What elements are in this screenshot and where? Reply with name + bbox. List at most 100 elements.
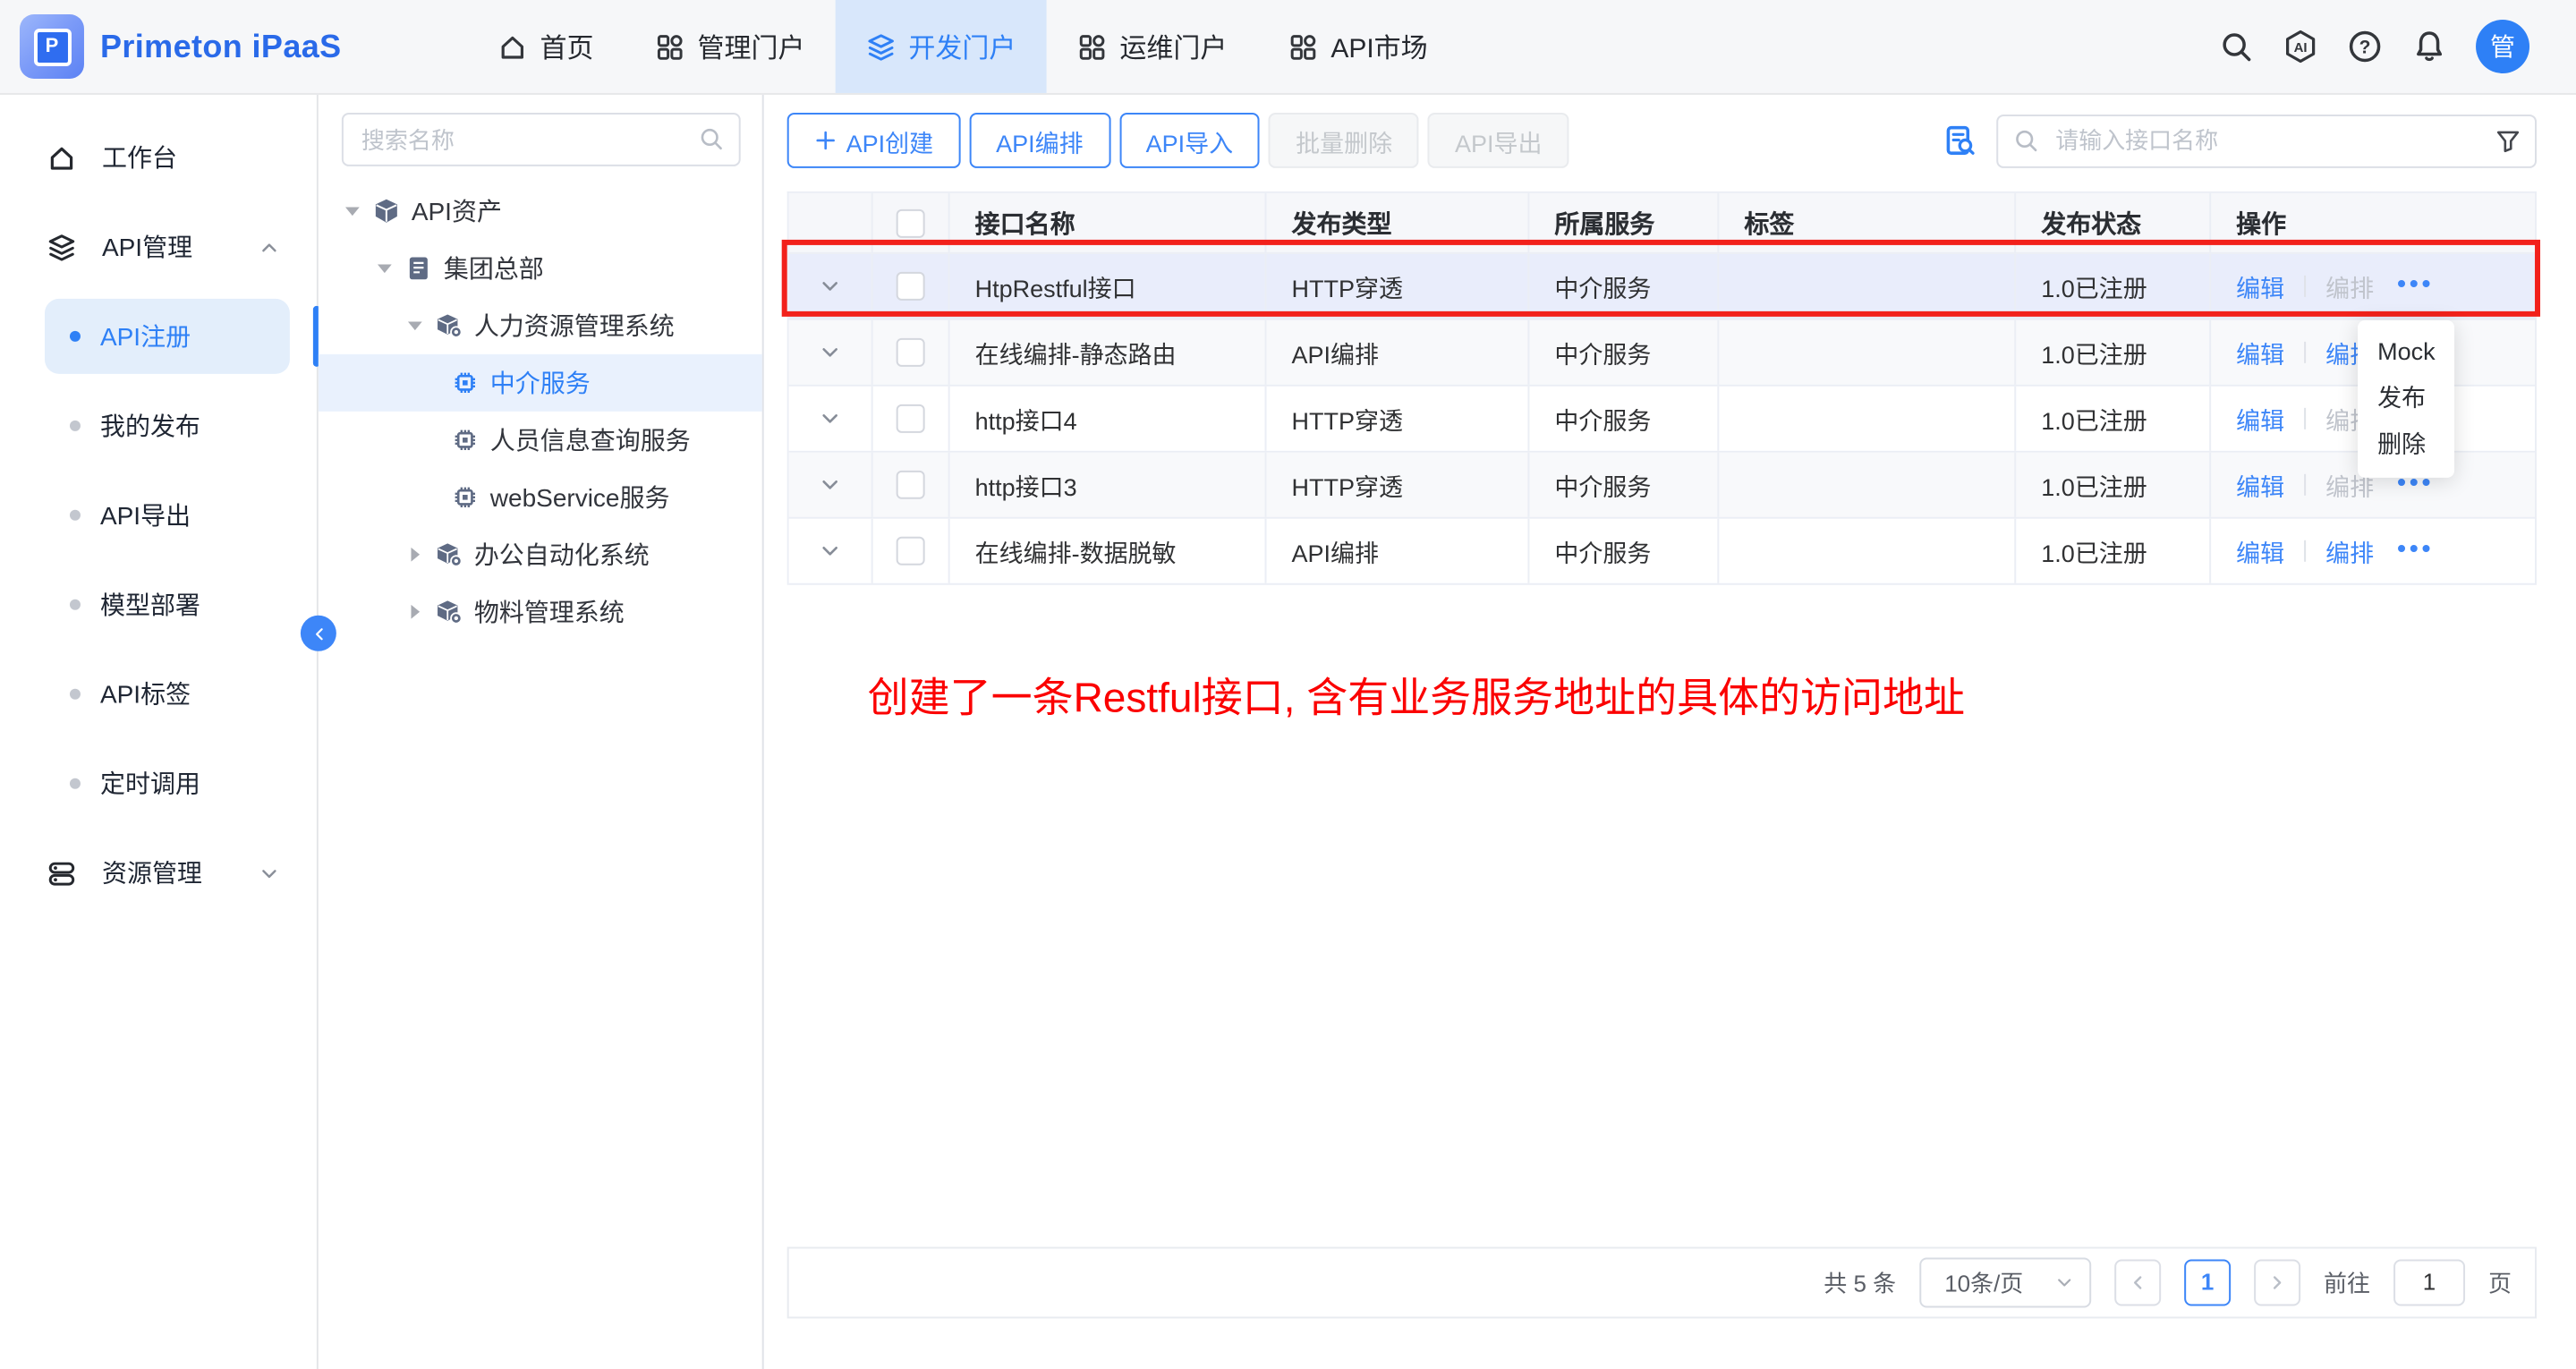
sidebar-item-scheduled-call[interactable]: 定时调用 [0,739,317,829]
api-doc-search-icon[interactable] [1943,123,1977,157]
nav-item-label: API市场 [1331,28,1427,65]
row-checkbox[interactable] [897,471,925,499]
table-row[interactable]: http接口3 HTTP穿透 中介服务 1.0已注册 编辑 编排 ••• [789,453,2535,519]
api-orchestrate-button[interactable]: API编排 [969,113,1109,168]
chevron-left-icon [2127,1271,2148,1293]
nav-item-label: 运维门户 [1119,28,1227,65]
caret-down-icon[interactable] [340,199,365,224]
tree-node-webservice[interactable]: webService服务 [319,469,762,526]
user-avatar[interactable]: 管 [2476,20,2529,73]
owning-service: 中介服务 [1529,387,1719,451]
sidebar-item-label: 模型部署 [100,587,200,623]
batch-delete-button[interactable]: 批量删除 [1269,113,1419,168]
table-row[interactable]: HtpRestful接口 HTTP穿透 中介服务 1.0已注册 编辑 编排 ••… [789,254,2535,320]
sidebar-item-label: 工作台 [102,140,177,175]
search-icon[interactable] [698,125,725,152]
tree-node-group-hq[interactable]: 集团总部 [319,240,762,297]
sidebar-item-api-export[interactable]: API导出 [0,471,317,560]
brand-logo-icon: P [20,14,84,79]
sidebar-item-workbench[interactable]: 工作台 [0,113,317,202]
notification-bell-icon[interactable] [2411,29,2447,64]
nav-item-home[interactable]: 首页 [467,0,625,93]
sidebar-group-resource-management[interactable]: 资源管理 [0,829,317,918]
prev-page-button[interactable] [2114,1259,2161,1305]
brand[interactable]: P Primeton iPaaS [0,0,342,93]
divider [2304,408,2306,429]
tree-node-oa-system[interactable]: 办公自动化系统 [319,526,762,583]
tree-node-material-system[interactable]: 物料管理系统 [319,583,762,641]
tag-cell [1719,387,2016,451]
more-actions-button[interactable]: ••• [2397,533,2434,562]
expand-chevron-icon[interactable] [818,340,843,365]
select-all-checkbox[interactable] [897,208,925,237]
tree-search-input[interactable] [342,113,741,166]
tree-node-hr-system[interactable]: 人力资源管理系统 [319,297,762,354]
service-tree: API资产 集团总部 人力资源管理系统 中介服务 [319,183,762,641]
nav-item-api-market[interactable]: API市场 [1257,0,1458,93]
nav-item-ops-portal[interactable]: 运维门户 [1046,0,1257,93]
api-name: http接口3 [950,453,1267,517]
expand-column-header [789,193,873,252]
ai-assistant-icon[interactable] [2283,29,2318,64]
api-export-button[interactable]: API导出 [1428,113,1569,168]
filter-funnel-icon[interactable] [2494,126,2522,155]
api-name-search-input[interactable] [1996,114,2537,167]
search-icon[interactable] [2218,29,2254,64]
expand-chevron-icon[interactable] [818,274,843,299]
edit-link[interactable]: 编辑 [2236,401,2284,437]
column-header-service: 所属服务 [1529,193,1719,252]
table-row[interactable]: 在线编排-数据脱敏 API编排 中介服务 1.0已注册 编辑 编排 ••• [789,519,2535,585]
help-icon[interactable] [2347,29,2383,64]
table-row[interactable]: http接口4 HTTP穿透 中介服务 1.0已注册 编辑 编排 [789,387,2535,453]
tree-node-api-assets[interactable]: API资产 [319,183,762,240]
row-checkbox[interactable] [897,537,925,565]
nav-item-admin-portal[interactable]: 管理门户 [625,0,836,93]
sidebar-group-api-management[interactable]: API管理 [0,202,317,292]
caret-down-icon[interactable] [403,313,428,338]
expand-chevron-icon[interactable] [818,472,843,497]
menu-item-mock[interactable]: Mock [2358,329,2454,376]
tree-node-label: 物料管理系统 [474,594,625,630]
nav-item-dev-portal[interactable]: 开发门户 [835,0,1046,93]
menu-item-delete[interactable]: 删除 [2358,422,2454,469]
edit-link[interactable]: 编辑 [2236,467,2284,503]
api-name: 在线编排-数据脱敏 [950,519,1267,583]
sidebar-collapse-toggle[interactable] [301,616,336,651]
orchestrate-link[interactable]: 编排 [2325,268,2374,304]
more-actions-button[interactable]: ••• [2397,268,2434,297]
publish-type: API编排 [1267,519,1530,583]
row-checkbox[interactable] [897,338,925,367]
edit-link[interactable]: 编辑 [2236,335,2284,370]
next-page-button[interactable] [2254,1259,2300,1305]
tree-search [342,113,741,166]
edit-link[interactable]: 编辑 [2236,533,2284,569]
page-number-button[interactable]: 1 [2184,1259,2231,1305]
caret-right-icon[interactable] [403,599,428,625]
table-row[interactable]: 在线编排-静态路由 API编排 中介服务 1.0已注册 编辑 编排 [789,320,2535,387]
edit-link[interactable]: 编辑 [2236,268,2284,304]
menu-item-publish[interactable]: 发布 [2358,376,2454,422]
row-checkbox[interactable] [897,404,925,433]
expand-chevron-icon[interactable] [818,406,843,431]
caret-down-icon[interactable] [372,256,397,281]
page-size-select[interactable]: 10条/页 [1919,1257,2091,1307]
expand-chevron-icon[interactable] [818,539,843,564]
chip-icon [451,369,480,397]
orchestrate-link[interactable]: 编排 [2325,533,2374,569]
tree-node-intermediary-service[interactable]: 中介服务 [319,354,762,412]
tree-node-personnel-info-service[interactable]: 人员信息查询服务 [319,412,762,469]
sidebar-item-model-deploy[interactable]: 模型部署 [0,560,317,650]
row-checkbox[interactable] [897,272,925,301]
goto-page-input[interactable] [2393,1259,2465,1305]
sidebar-item-api-register[interactable]: API注册 [0,292,317,381]
bullet-dot [70,599,81,610]
api-create-button[interactable]: API创建 [787,113,960,168]
home-icon [47,142,77,173]
cube-icon [372,197,401,225]
api-import-button[interactable]: API导入 [1119,113,1260,168]
sidebar-item-api-tags[interactable]: API标签 [0,650,317,739]
active-pill: API注册 [45,299,290,374]
divider [2304,474,2306,496]
sidebar-item-my-publish[interactable]: 我的发布 [0,381,317,471]
caret-right-icon[interactable] [403,542,428,567]
